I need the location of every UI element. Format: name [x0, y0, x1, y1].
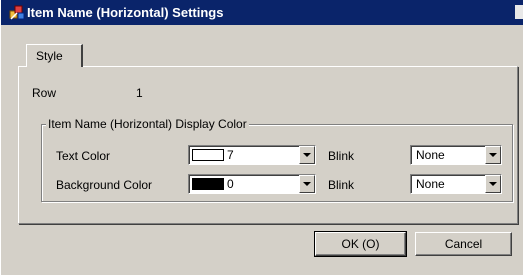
background-blink-value: None	[416, 177, 445, 191]
ok-button[interactable]: OK (O)	[314, 231, 407, 257]
background-color-dropdown-button[interactable]	[299, 175, 315, 193]
window-title: Item Name (Horizontal) Settings	[27, 5, 224, 20]
text-color-swatch	[192, 149, 224, 161]
background-color-select[interactable]: 0	[188, 174, 316, 194]
row-label: Row	[32, 86, 57, 100]
chevron-down-icon	[489, 182, 497, 186]
text-color-value: 7	[227, 148, 234, 162]
text-color-dropdown-button[interactable]	[299, 146, 315, 164]
background-blink-select[interactable]: None	[410, 174, 502, 194]
background-blink-label: Blink	[328, 178, 355, 192]
text-blink-label: Blink	[328, 149, 355, 163]
row-value: 1	[136, 86, 143, 100]
title-bar-edge	[515, 5, 523, 19]
tab-style-label: Style	[36, 49, 63, 63]
chevron-down-icon	[303, 153, 311, 157]
text-color-select[interactable]: 7	[188, 145, 316, 165]
title-bar[interactable]: Item Name (Horizontal) Settings	[1, 0, 523, 25]
display-color-group-title: Item Name (Horizontal) Display Color	[46, 117, 249, 131]
app-icon	[9, 5, 25, 20]
text-color-label: Text Color	[56, 149, 111, 163]
background-color-label: Background Color	[56, 178, 153, 192]
background-color-value: 0	[227, 177, 234, 191]
background-blink-dropdown-button[interactable]	[485, 175, 501, 193]
background-color-swatch	[192, 178, 224, 190]
cancel-button[interactable]: Cancel	[415, 232, 512, 256]
settings-dialog: Item Name (Horizontal) Settings Style Ro…	[0, 0, 523, 275]
text-blink-value: None	[416, 148, 445, 162]
text-blink-dropdown-button[interactable]	[485, 146, 501, 164]
text-blink-select[interactable]: None	[410, 145, 502, 165]
tab-style[interactable]: Style	[26, 44, 83, 67]
chevron-down-icon	[303, 182, 311, 186]
chevron-down-icon	[489, 153, 497, 157]
